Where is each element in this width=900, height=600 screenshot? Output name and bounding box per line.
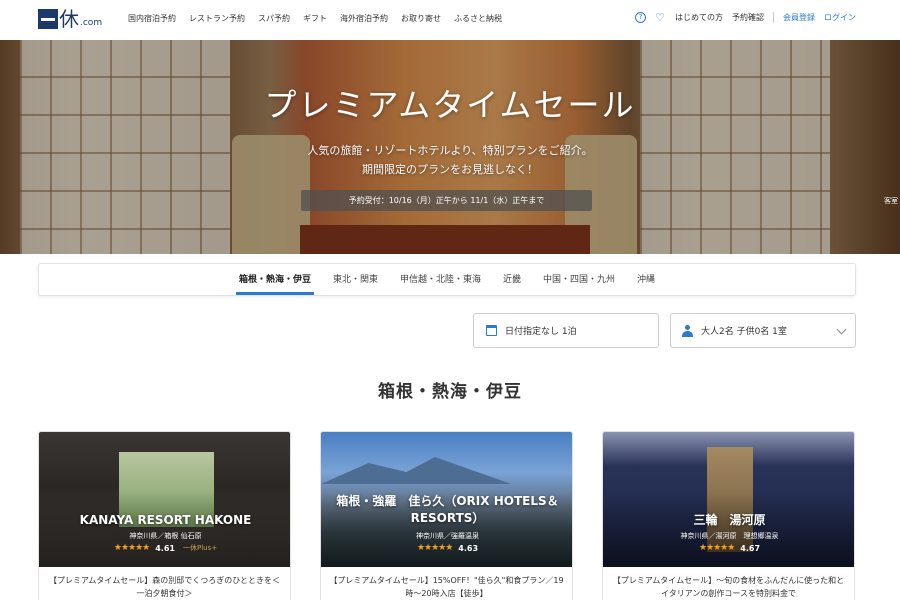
- logo-com: .com: [80, 18, 103, 28]
- hotel-card-image: KANAYA RESORT HAKONE 神奈川県／箱根 仙石原 ★★★★★ 4…: [39, 432, 290, 567]
- tab-chugoku-shikoku-kyushu[interactable]: 中国・四国・九州: [543, 264, 615, 295]
- nav-overseas-stay[interactable]: 海外宿泊予約: [340, 13, 388, 24]
- tab-koshinetsu-hokuriku-tokai[interactable]: 甲信越・北陸・東海: [400, 264, 481, 295]
- region-tabs: 箱根・熱海・伊豆 東北・関東 甲信越・北陸・東海 近畿 中国・四国・九州 沖縄: [38, 263, 856, 296]
- first-time-link[interactable]: はじめての方: [675, 12, 723, 23]
- hotel-card[interactable]: 三輪 湯河原 神奈川県／湯河原 理想郷温泉 ★★★★★ 4.67 【プレミアムタ…: [602, 431, 855, 600]
- hero-photo-credit: 客室: [884, 197, 898, 205]
- nav-domestic-stay[interactable]: 国内宿泊予約: [128, 13, 176, 24]
- hotel-card-image: 三輪 湯河原 神奈川県／湯河原 理想郷温泉 ★★★★★ 4.67: [603, 432, 854, 567]
- nav-spa[interactable]: スパ予約: [258, 13, 290, 24]
- hotel-name: 箱根・強羅 佳ら久（ORIX HOTELS＆RESORTS）: [336, 494, 559, 525]
- favorite-heart-icon[interactable]: ♡: [655, 12, 665, 23]
- hotel-area: 神奈川県／強羅温泉: [416, 532, 479, 540]
- nav-gift[interactable]: ギフト: [303, 13, 327, 24]
- rating-value: 4.67: [740, 543, 761, 553]
- ikyu-plus-badge: 一休Plus+: [182, 544, 218, 552]
- hotel-card[interactable]: KANAYA RESORT HAKONE 神奈川県／箱根 仙石原 ★★★★★ 4…: [38, 431, 291, 600]
- guests-selector[interactable]: 大人2名 子供0名 1室: [670, 313, 856, 348]
- tab-hakone-atami-izu[interactable]: 箱根・熱海・伊豆: [235, 264, 314, 295]
- ikyu-logo[interactable]: 休 .com: [38, 9, 102, 29]
- rating-stars-icon: ★★★★★: [416, 543, 453, 553]
- hotel-rating: ★★★★★ 4.67: [603, 543, 854, 553]
- calendar-icon: [486, 325, 497, 336]
- hero-subtitle-2: 期間限定のプランをお見逃しなく！: [362, 163, 538, 176]
- rating-value: 4.63: [458, 543, 479, 553]
- nav-otoriyose[interactable]: お取り寄せ: [401, 13, 441, 24]
- hotel-card-image: 箱根・強羅 佳ら久（ORIX HOTELS＆RESORTS） 神奈川県／強羅温泉…: [321, 432, 572, 567]
- login-link[interactable]: ログイン: [824, 12, 856, 23]
- hero-subtitle-1: 人気の旅館・リゾートホテルより、特別プランをご紹介。: [307, 144, 593, 157]
- help-icon[interactable]: ?: [635, 12, 647, 23]
- rating-value: 4.61: [155, 543, 175, 553]
- main-nav: 国内宿泊予約 レストラン予約 スパ予約 ギフト 海外宿泊予約 お取り寄せ ふるさ…: [128, 13, 515, 24]
- hotel-area: 神奈川県／湯河原 理想郷温泉: [680, 532, 779, 540]
- hotel-name: KANAYA RESORT HAKONE: [79, 513, 252, 527]
- sale-period-badge: 予約受付：10/16（月）正午から 11/1（水）正午まで: [301, 190, 592, 211]
- guests-selector-value: 大人2名 子供0名 1室: [701, 327, 787, 337]
- hotel-rating: ★★★★★ 4.61 一休Plus+: [39, 543, 290, 553]
- hotel-area: 神奈川県／箱根 仙石原: [129, 532, 202, 540]
- register-link[interactable]: 会員登録: [783, 12, 815, 23]
- hotel-card[interactable]: 箱根・強羅 佳ら久（ORIX HOTELS＆RESORTS） 神奈川県／強羅温泉…: [320, 431, 573, 600]
- tab-okinawa[interactable]: 沖縄: [637, 264, 655, 295]
- nav-furusato[interactable]: ふるさと納税: [454, 13, 502, 24]
- site-header: 休 .com 国内宿泊予約 レストラン予約 スパ予約 ギフト 海外宿泊予約 お取…: [0, 0, 900, 40]
- tab-tohoku-kanto[interactable]: 東北・関東: [333, 264, 378, 295]
- date-selector-value: 日付指定なし 1泊: [505, 327, 577, 337]
- rating-stars-icon: ★★★★★: [698, 543, 735, 553]
- header-divider: [773, 12, 774, 23]
- reservation-check-link[interactable]: 予約確認: [732, 12, 764, 23]
- header-user-links: ? ♡ はじめての方 予約確認 会員登録 ログイン: [635, 12, 856, 23]
- section-title: 箱根・熱海・伊豆: [378, 382, 522, 402]
- logo-kanji: 休: [59, 7, 79, 31]
- hotel-plan-description: 【プレミアムタイムセール】森の別邸でくつろぎのひとときを＜一泊夕朝食付＞: [48, 576, 281, 598]
- nav-restaurant[interactable]: レストラン予約: [189, 13, 245, 24]
- hero-title: プレミアムタイムセール: [264, 86, 636, 124]
- hotel-name: 三輪 湯河原: [693, 513, 766, 527]
- person-icon: [682, 324, 693, 337]
- hotel-plan-description: 【プレミアムタイムセール】〜旬の食材をふんだんに使った和とイタリアンの創作コース…: [612, 576, 845, 598]
- logo-mark-icon: [38, 9, 58, 29]
- hotel-rating: ★★★★★ 4.63: [321, 543, 572, 553]
- date-selector[interactable]: 日付指定なし 1泊: [473, 313, 659, 348]
- hotel-plan-description: 【プレミアムタイムセール】15%OFF！"佳ら久"和食プラン／19時〜20時入店…: [329, 576, 564, 598]
- tab-kinki[interactable]: 近畿: [503, 264, 521, 295]
- chevron-down-icon: [836, 324, 847, 335]
- rating-stars-icon: ★★★★★: [113, 543, 150, 553]
